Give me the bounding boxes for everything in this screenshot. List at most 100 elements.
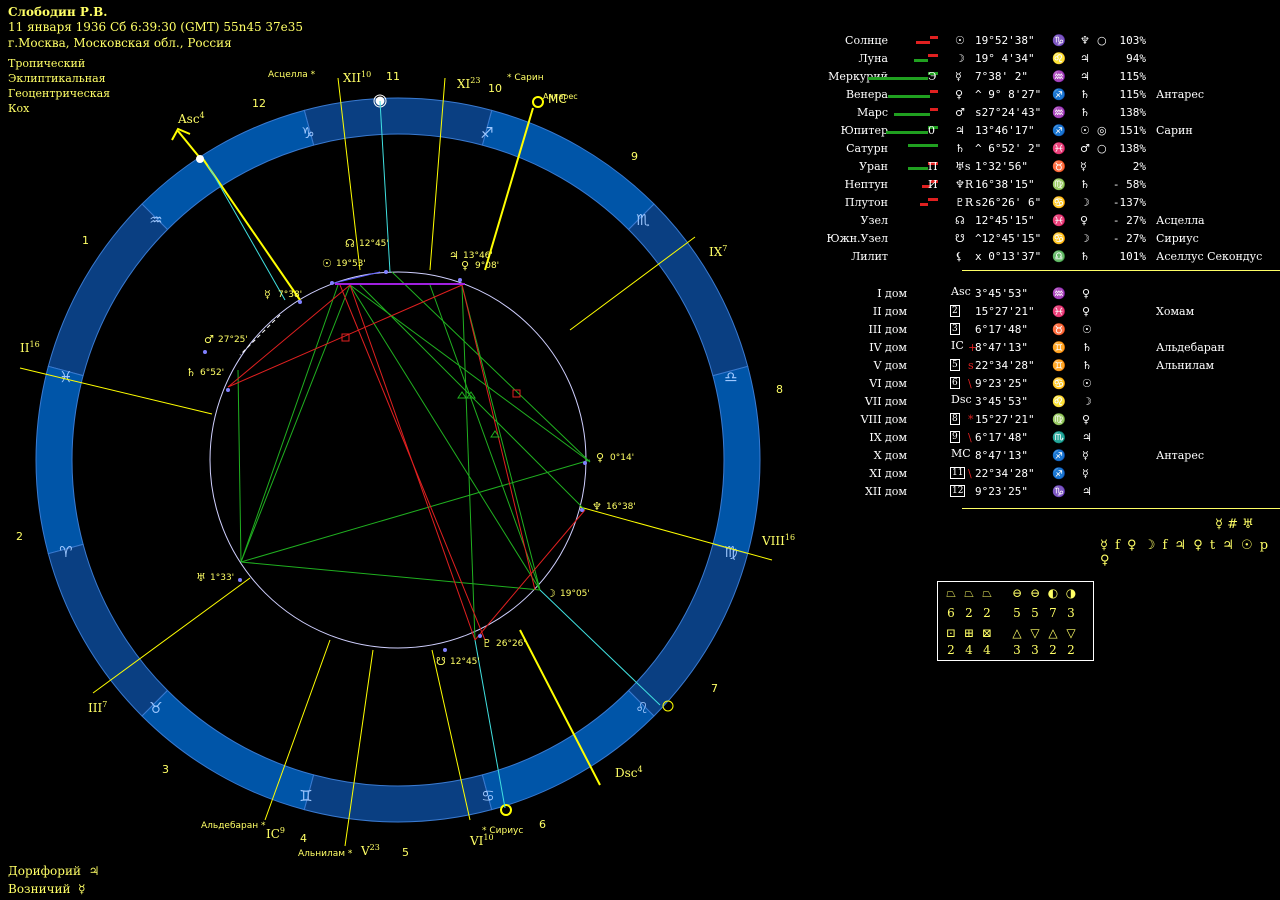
house-row[interactable]: X дом MC 8°47'13" ♐ ☿ Антарес (800, 447, 1270, 465)
house-name: X дом (873, 449, 907, 462)
zodiac-sign-segment (481, 689, 655, 811)
planet-row[interactable]: Уран П ♅s 1°32'56" ♉ ☿ 2% (800, 158, 1270, 176)
aspect-line (349, 284, 541, 591)
planet-name: Луна (858, 52, 888, 65)
aspect-summary-line1: ☿ # ♅ (1215, 517, 1254, 532)
planet-row[interactable]: Узел ☊ 12°45'15" ♓ ♀ - 27% Асцелла (800, 212, 1270, 230)
planet-strength: 94% (1126, 52, 1146, 65)
house-label: 5 (950, 359, 960, 371)
cusp-xi-label: XI23 (457, 76, 480, 91)
planet-name: Южн.Узел (826, 232, 888, 245)
house-name: IV дом (869, 341, 907, 354)
house-label: 9 (950, 431, 960, 443)
aspect-icon: ◎ (1097, 124, 1107, 137)
house-cusps-table: I дом Asc 3°45'53" ♒ ♀ II дом 2 15°27'21" ♓ ♀ Хома… (800, 285, 1270, 501)
planet-row[interactable]: Меркурий Э ☿ 7°38' 2" ♒ ♃ 115% (800, 68, 1270, 86)
fixed-star: Альнилам (1156, 359, 1215, 372)
aspect-line (474, 509, 586, 641)
planet-strength: 115% (1119, 70, 1147, 83)
cusp-ix-label: IX7 (709, 244, 727, 259)
sign-icon: ♉ (1052, 160, 1066, 173)
house-row[interactable]: II дом 2 15°27'21" ♓ ♀ Хомам (800, 303, 1270, 321)
aspect-icon: ○ (1097, 142, 1107, 155)
planet-icon: ♇R (955, 196, 974, 209)
chart-planet-degree: 9°08' (475, 261, 499, 271)
ruler-icon: ☿ (1080, 160, 1087, 173)
ruler-icon: ♂ (1080, 142, 1090, 155)
planet-degree: 12°45'15" (975, 214, 1035, 227)
dignity-bars (896, 194, 938, 212)
natal-chart-wheel[interactable]: ♑ ♐ ♏ ♎ ♍ ♌ ♋ ♊ ♉ ♈ ♓ ♒ Asc4 XII10 XI23 IX7 VIII16 II16 I… (0, 0, 800, 900)
aspect-summary-line2: ☿ f ♀ ☽ f ♃ ♀ t ♃ ☉ p ♀ (1100, 538, 1269, 568)
dignity-bars (896, 32, 938, 50)
house-number: 4 (300, 832, 307, 845)
ruler-icon: ☽ (1080, 196, 1090, 209)
house-name: VIII дом (860, 413, 907, 426)
house-row[interactable]: VII дом Dsc 3°45'53" ♌ ☽ (800, 393, 1270, 411)
house-name: IX дом (869, 431, 907, 444)
planet-row[interactable]: Юпитер 0 ♃ 13°46'17" ♐ ☉ ◎ 151% Сарин (800, 122, 1270, 140)
ruler-icon: ♀ (1080, 214, 1089, 227)
sign-icon: ♒ (1052, 287, 1066, 300)
planet-point (226, 388, 230, 392)
planet-strength: 101% (1119, 250, 1147, 263)
trine-aspect-icon (457, 391, 467, 399)
house-row[interactable]: XII дом 12 9°23'25" ♑ ♃ (800, 483, 1270, 501)
planet-row[interactable]: Луна ☽ 19° 4'34" ♌ ♃ 94% (800, 50, 1270, 68)
asc-point (196, 155, 204, 163)
planet-row[interactable]: Сатурн ♄ ^ 6°52' 2" ♓ ♂ ○ 138% (800, 140, 1270, 158)
planet-row[interactable]: Венера ♀ ^ 9° 8'27" ♐ ♄ 115% Антарес (800, 86, 1270, 104)
house-row[interactable]: IV дом IC +8°47'13" ♊ ♄ Альдебаран (800, 339, 1270, 357)
planet-row[interactable]: Марс ♂ s27°24'43" ♒ ♄ 138% (800, 104, 1270, 122)
planet-degree: 7°38' 2" (975, 70, 1028, 83)
asc-arrow-line (177, 130, 201, 159)
chart-planet-icon: ☿ (264, 288, 271, 301)
house-row[interactable]: XI дом 11 \ 22°34'28" ♐ ☿ (800, 465, 1270, 483)
cusp-viii-label: VIII16 (761, 533, 795, 548)
planet-degree: ^12°45'15" (975, 232, 1042, 245)
aspect-line (240, 459, 591, 563)
planet-row[interactable]: Лилит ⚸ x 0°13'37" ♎ ♄ 101% Аселлус Секондус (800, 248, 1270, 266)
dignity-bars (896, 248, 938, 266)
element-count: 2 (983, 606, 991, 620)
element-icon: ⏢ (946, 586, 956, 600)
star-label: * Сарин (507, 73, 544, 83)
zodiac-sign-segment (303, 97, 493, 146)
sign-icon: ♌ (1052, 52, 1066, 65)
house-name: XI дом (869, 467, 907, 480)
red-bar (930, 90, 938, 93)
footer-label: Возничий (8, 882, 71, 896)
fixed-star: Хомам (1156, 305, 1195, 318)
house-label: 8 (950, 413, 960, 425)
zodiac-sign-icon: ♊ (299, 787, 312, 805)
house-row[interactable]: III дом 3 6°17'48" ♉ ☉ (800, 321, 1270, 339)
planet-row[interactable]: Солнце ☉ 19°52'38" ♑ ♆ ○ 103% (800, 32, 1270, 50)
planet-icon: ☽ (955, 52, 965, 65)
green-bar (886, 131, 928, 134)
green-bar (894, 113, 930, 116)
chart-planet-degree: 1°33' (210, 573, 234, 583)
house-row[interactable]: IX дом 9 \ 6°17'48" ♏ ♃ (800, 429, 1270, 447)
aspect-line (461, 284, 476, 641)
fixed-star: Сириус (1156, 232, 1199, 245)
sign-icon: ♓ (1052, 305, 1066, 318)
house-row[interactable]: VI дом 6 \ 9°23'25" ♋ ☉ (800, 375, 1270, 393)
planet-row[interactable]: Нептун И ♆R 16°38'15" ♍ ♄ - 58% (800, 176, 1270, 194)
sign-icon: ♊ (1052, 359, 1066, 372)
ruler-icon: ♀ (1082, 413, 1091, 426)
planet-row[interactable]: Плутон ♇R s26°26' 6" ♋ ☽ -137% (800, 194, 1270, 212)
house-name: V дом (873, 359, 907, 372)
planet-row[interactable]: Южн.Узел ☋ ^12°45'15" ♋ ☽ - 27% Сириус (800, 230, 1270, 248)
element-count: 6 (947, 606, 955, 620)
house-row[interactable]: V дом 5 s 22°34'28" ♊ ♄ Альнилам (800, 357, 1270, 375)
green-bar (888, 95, 930, 98)
house-mark: s (968, 359, 974, 372)
ruler-icon: ♄ (1080, 106, 1090, 119)
chart-planet-degree: 19°53' (336, 259, 366, 269)
planet-degree: 13°46'17" (975, 124, 1035, 137)
house-row[interactable]: I дом Asc 3°45'53" ♒ ♀ (800, 285, 1270, 303)
house-label: 2 (950, 305, 960, 317)
star-label: Антарес (543, 92, 578, 101)
planet-name: Уран (859, 160, 888, 173)
house-row[interactable]: VIII дом 8 * 15°27'21" ♍ ♀ (800, 411, 1270, 429)
